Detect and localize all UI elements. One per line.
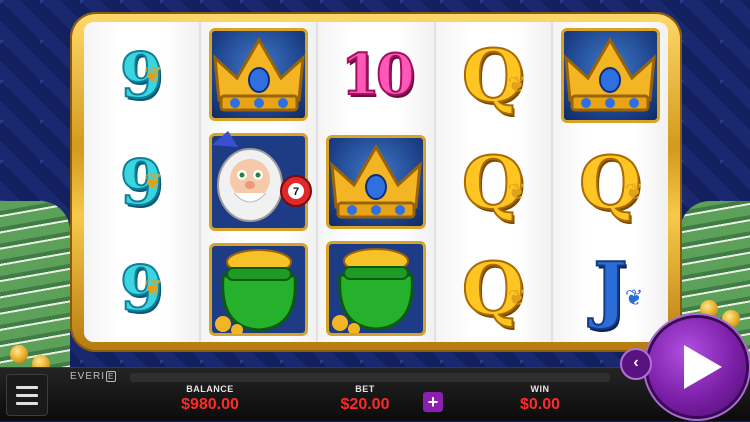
pot-of-gold-icon: [326, 239, 426, 338]
hamburger-line: [16, 385, 38, 389]
symbol-queen: Q ❦: [436, 129, 551, 236]
brand-name: EVERI: [70, 371, 106, 382]
symbol-crown: [201, 22, 316, 127]
symbol-crown: [318, 129, 433, 236]
crown-icon: [560, 30, 660, 120]
pot-of-gold-icon: [209, 240, 309, 339]
win-meter: WIN $0.00: [500, 384, 580, 414]
bet-value: $20.00: [340, 396, 390, 413]
gold-coin: [10, 345, 28, 363]
laurel-icon: ❦: [624, 285, 644, 311]
reel-3: 10: [318, 22, 436, 342]
laurel-icon: ❦: [507, 72, 527, 97]
hamburger-line: [16, 393, 38, 397]
reel-window: 9 ❦ 9 ❦ 9 ❦ 7 10 Q ❦ Q ❦ Q ❦ Q ❦ J ❦: [84, 22, 668, 342]
reel-2: 7: [201, 22, 319, 342]
symbol-crown: [553, 22, 668, 129]
symbol-nine: 9 ❦: [84, 129, 199, 236]
symbol-king-wild: 7: [201, 127, 316, 237]
gold-coin: [700, 300, 718, 318]
crown-icon: [209, 30, 309, 120]
hamburger-line: [16, 401, 38, 405]
laurel-icon: ❦: [144, 275, 163, 301]
bet-increase-button[interactable]: +: [423, 392, 443, 412]
reel-frame: 9 ❦ 9 ❦ 9 ❦ 7 10 Q ❦ Q ❦ Q ❦ Q ❦ J ❦: [70, 12, 682, 352]
balance-value: $980.00: [181, 396, 239, 413]
chevron-left-icon[interactable]: ‹: [620, 348, 652, 380]
symbol-queen: Q ❦: [553, 129, 668, 236]
spin-control: ‹: [620, 318, 750, 422]
reel-4: Q ❦ Q ❦ Q ❦: [435, 22, 553, 342]
message-strip: [130, 373, 610, 382]
brand-mark: E: [106, 371, 117, 382]
symbol-queen: Q ❦: [436, 22, 551, 129]
laurel-icon: ❦: [507, 285, 527, 311]
reel-1: 9 ❦ 9 ❦ 9 ❦: [84, 22, 202, 342]
symbol-pot-of-gold: [201, 237, 316, 342]
laurel-icon: ❦: [624, 178, 644, 204]
symbol-nine: 9 ❦: [84, 22, 199, 129]
symbol-queen: Q ❦: [436, 235, 551, 342]
symbol-pot-of-gold: [318, 235, 433, 342]
laurel-icon: ❦: [144, 62, 163, 87]
laurel-icon: ❦: [144, 168, 163, 194]
brand-logo: EVERI E: [70, 371, 117, 382]
bet-meter: BET $20.00: [320, 384, 410, 414]
bet-label: BET: [355, 384, 375, 394]
lottery-ball-number: 7: [293, 186, 299, 198]
reel-5: Q ❦ J ❦: [552, 22, 668, 342]
menu-button[interactable]: [6, 374, 48, 416]
win-value: $0.00: [519, 396, 561, 413]
spin-button[interactable]: ‹: [620, 318, 746, 416]
play-icon: [684, 345, 722, 389]
king-character-icon: 7: [204, 127, 314, 237]
balance-label: BALANCE: [186, 384, 234, 394]
cash-stack-left: [0, 201, 70, 371]
win-label: WIN: [530, 384, 550, 394]
crown-icon: [326, 137, 426, 227]
ten-glyph: 10: [340, 41, 416, 109]
jack-glyph: J: [592, 245, 628, 332]
balance-meter: BALANCE $980.00: [160, 384, 260, 414]
symbol-nine: 9 ❦: [84, 235, 199, 342]
symbol-ten: 10: [318, 22, 433, 129]
laurel-icon: ❦: [507, 178, 527, 204]
